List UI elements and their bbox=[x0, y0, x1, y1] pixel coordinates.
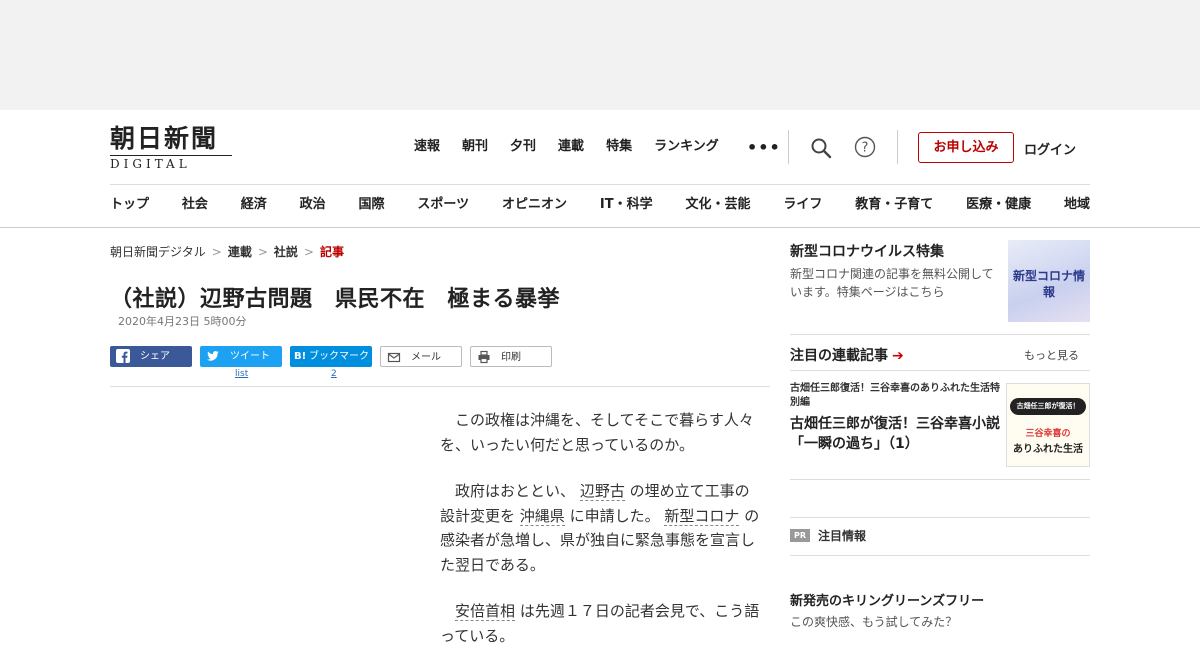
thumbnail-line-2: ありふれた生活 bbox=[1013, 444, 1083, 455]
category-politics[interactable]: 政治 bbox=[300, 196, 326, 214]
category-top[interactable]: トップ bbox=[110, 196, 149, 214]
arrow-right-icon: ➔ bbox=[892, 348, 904, 364]
see-more-link[interactable]: もっと見る bbox=[1024, 347, 1079, 363]
category-international[interactable]: 国際 bbox=[359, 196, 385, 214]
print-button[interactable]: 印刷 bbox=[470, 346, 552, 367]
pr-item-description[interactable]: この爽快感、もう試してみた？ bbox=[790, 613, 957, 630]
logo-jp-text: 朝日新聞 bbox=[110, 124, 219, 153]
serial-thumbnail[interactable]: 古畑任三郎が復活！ 三谷幸喜の ありふれた生活 bbox=[1006, 383, 1090, 467]
keyword-link[interactable]: 新型コロナ bbox=[664, 506, 740, 526]
site-header: 朝日新聞 DIGITAL 速報 朝刊 夕刊 連載 特集 ランキング ••• ? … bbox=[0, 110, 1200, 228]
article-title: （社説）辺野古問題 県民不在 極まる暴挙 bbox=[110, 287, 561, 312]
keyword-link[interactable]: 安倍首相 bbox=[455, 602, 516, 621]
sidebar-divider bbox=[790, 555, 1090, 556]
twitter-icon bbox=[206, 349, 220, 363]
breadcrumb: 朝日新聞デジタル > 連載 > 社説 > 記事 bbox=[110, 243, 344, 260]
help-icon[interactable]: ? bbox=[854, 136, 876, 162]
sidebar-divider bbox=[790, 479, 1090, 480]
top-nav-yuukan[interactable]: 夕刊 bbox=[510, 138, 536, 156]
header-rule bbox=[110, 184, 1090, 185]
login-link[interactable]: ログイン bbox=[1024, 139, 1076, 158]
ad-banner-area bbox=[0, 0, 1200, 110]
twitter-share-label: ツイート bbox=[230, 351, 270, 362]
pr-badge: PR bbox=[790, 529, 810, 542]
breadcrumb-home[interactable]: 朝日新聞デジタル bbox=[110, 245, 206, 259]
serial-headline[interactable]: 古畑任三郎が復活！三谷幸喜小説「一瞬の過ち」（1） bbox=[790, 414, 1000, 454]
category-region[interactable]: 地域 bbox=[1064, 196, 1090, 214]
article-body: この政権は沖縄を、そしてそこで暮らす人々を、いったい何だと思っているのか。 政府… bbox=[440, 408, 760, 670]
breadcrumb-separator: > bbox=[211, 245, 222, 259]
category-health[interactable]: 医療・健康 bbox=[966, 196, 1031, 214]
logo-en-text: DIGITAL bbox=[110, 155, 232, 171]
category-education[interactable]: 教育・子育て bbox=[855, 196, 933, 214]
more-menu-button[interactable]: ••• bbox=[747, 138, 781, 157]
facebook-share-label: シェア bbox=[140, 351, 170, 362]
twitter-count-link[interactable]: list bbox=[235, 369, 248, 379]
category-sports[interactable]: スポーツ bbox=[417, 196, 469, 214]
breadcrumb-separator: > bbox=[257, 245, 268, 259]
featured-serial-title-text: 注目の連載記事 bbox=[790, 348, 888, 364]
hatena-icon: B! bbox=[294, 351, 307, 362]
breadcrumb-separator: > bbox=[303, 245, 314, 259]
print-label: 印刷 bbox=[501, 352, 521, 363]
article-date: 2020年4月23日 5時00分 bbox=[118, 315, 247, 328]
pr-item-title[interactable]: 新発売のキリングリーンズフリー bbox=[790, 590, 984, 609]
facebook-share-button[interactable]: シェア bbox=[110, 346, 192, 367]
sidebar-divider bbox=[790, 517, 1090, 518]
top-nav: 速報 朝刊 夕刊 連載 特集 ランキング bbox=[414, 138, 741, 156]
category-society[interactable]: 社会 bbox=[182, 196, 208, 214]
top-nav-rensai[interactable]: 連載 bbox=[558, 138, 584, 156]
paragraph-text: に申請した。 bbox=[569, 506, 660, 525]
category-culture[interactable]: 文化・芸能 bbox=[685, 196, 750, 214]
mail-share-button[interactable]: メール bbox=[380, 346, 462, 367]
corona-feature-title[interactable]: 新型コロナウイルス特集 bbox=[790, 241, 944, 261]
paragraph-text: この政権は沖縄を、そしてそこで暮らす人々を、いったい何だと思っているのか。 bbox=[440, 411, 754, 454]
sidebar-divider bbox=[790, 370, 1090, 371]
paragraph: 政府はおととい、 辺野古 の埋め立て工事の設計変更を 沖縄県 に申請した。 新型… bbox=[440, 479, 760, 577]
twitter-share-button[interactable]: ツイート bbox=[200, 346, 282, 367]
corona-feature-image-text: 新型コロナ情報 bbox=[1012, 269, 1085, 299]
paragraph: 安倍首相 は先週１７日の記者会見で、こう語っている。 bbox=[440, 599, 760, 648]
site-logo[interactable]: 朝日新聞 DIGITAL bbox=[110, 124, 240, 171]
header-divider bbox=[788, 130, 789, 164]
breadcrumb-rensai[interactable]: 連載 bbox=[228, 245, 252, 259]
featured-serial-title[interactable]: 注目の連載記事 ➔ bbox=[790, 345, 904, 365]
thumbnail-line-1: 三谷幸喜の bbox=[1025, 429, 1071, 439]
corona-feature-description[interactable]: 新型コロナ関連の記事を無料公開しています。特集ページはこちら bbox=[790, 265, 1002, 301]
category-opinion[interactable]: オピニオン bbox=[502, 196, 567, 214]
sidebar-divider bbox=[790, 334, 1090, 335]
top-nav-choukan[interactable]: 朝刊 bbox=[462, 138, 488, 156]
paragraph-text: 政府はおととい、 bbox=[455, 482, 576, 500]
top-nav-ranking[interactable]: ランキング bbox=[654, 138, 719, 156]
thumbnail-banner: 古畑任三郎が復活！ bbox=[1010, 398, 1086, 415]
hatena-bookmark-label: ブックマーク bbox=[309, 351, 369, 362]
keyword-link[interactable]: 辺野古 bbox=[579, 482, 625, 501]
keyword-link[interactable]: 沖縄県 bbox=[519, 506, 565, 526]
search-icon[interactable] bbox=[810, 137, 832, 163]
facebook-icon bbox=[116, 349, 130, 363]
header-divider bbox=[897, 130, 898, 164]
svg-text:?: ? bbox=[862, 141, 869, 156]
paragraph: この政権は沖縄を、そしてそこで暮らす人々を、いったい何だと思っているのか。 bbox=[440, 408, 760, 457]
breadcrumb-current: 記事 bbox=[319, 245, 344, 259]
hatena-bookmark-button[interactable]: B! ブックマーク bbox=[290, 346, 372, 367]
breadcrumb-shasetsu[interactable]: 社説 bbox=[274, 245, 298, 259]
top-nav-tokushu[interactable]: 特集 bbox=[606, 138, 632, 156]
category-nav: トップ 社会 経済 政治 国際 スポーツ オピニオン IT・科学 文化・芸能 ラ… bbox=[110, 196, 1090, 214]
mail-icon bbox=[387, 350, 401, 364]
category-it-science[interactable]: IT・科学 bbox=[600, 196, 653, 214]
corona-feature-image[interactable]: 新型コロナ情報 bbox=[1008, 240, 1090, 322]
apply-button[interactable]: お申し込み bbox=[918, 132, 1014, 163]
print-icon bbox=[477, 350, 491, 364]
mail-share-label: メール bbox=[411, 352, 441, 363]
top-nav-sokuho[interactable]: 速報 bbox=[414, 138, 440, 156]
hatena-count-link[interactable]: 2 bbox=[331, 369, 337, 379]
category-life[interactable]: ライフ bbox=[783, 196, 822, 214]
article-divider bbox=[110, 386, 770, 387]
pr-section-label: 注目情報 bbox=[818, 529, 867, 543]
serial-kicker[interactable]: 古畑任三郎復活！三谷幸喜のありふれた生活特別編 bbox=[790, 382, 1002, 410]
category-economy[interactable]: 経済 bbox=[241, 196, 267, 214]
paragraph-text: は先週１７日の記者会見で、 bbox=[519, 602, 715, 620]
